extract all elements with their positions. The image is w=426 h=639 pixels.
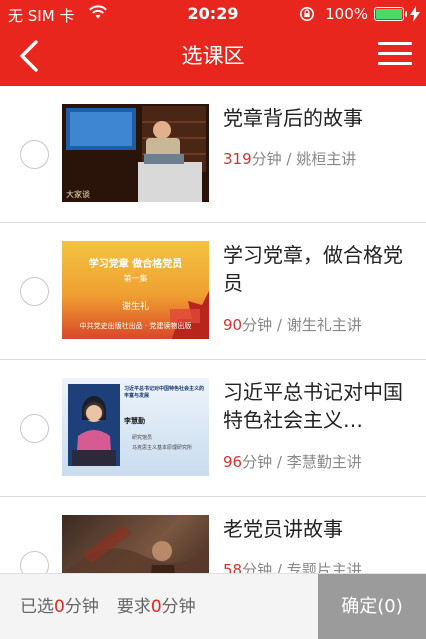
course-meta: 58分钟 / 专题片主讲 <box>223 559 362 573</box>
selected-label: 已选 <box>20 597 54 617</box>
course-meta: 319分钟 / 姚桓主讲 <box>223 148 356 169</box>
course-thumbnail: 大家谈 <box>62 104 209 202</box>
battery-percent: 100% <box>325 5 368 23</box>
course-lecturer: / 谢生礼主讲 <box>272 316 362 334</box>
select-radio[interactable] <box>20 414 49 443</box>
course-thumbnail: 习近平总书记对中国特色社会主义的丰富与发展 李慧勤 研究馆员 马克思主义基本原理… <box>62 378 209 476</box>
course-minutes: 90 <box>223 316 243 334</box>
hamburger-menu-icon[interactable] <box>378 42 412 70</box>
select-radio[interactable] <box>20 551 49 573</box>
minutes-unit: 分钟 <box>242 316 273 334</box>
course-meta: 90分钟 / 谢生礼主讲 <box>223 314 362 335</box>
selection-summary: 已选0分钟 要求0分钟 <box>20 574 196 639</box>
selection-footer: 已选0分钟 要求0分钟 确定(0) <box>0 573 426 639</box>
course-lecturer: / 李慧勤主讲 <box>272 453 362 471</box>
course-minutes: 96 <box>223 453 243 471</box>
status-right: 100% <box>299 4 420 24</box>
minutes-unit: 分钟 <box>251 150 282 168</box>
minutes-unit: 分钟 <box>242 453 273 471</box>
select-radio[interactable] <box>20 277 49 306</box>
minutes-unit: 分钟 <box>242 561 273 573</box>
battery-icon <box>374 7 407 21</box>
course-minutes: 58 <box>223 561 243 573</box>
selected-minutes: 0 <box>54 597 65 617</box>
painting-image <box>64 525 209 573</box>
thumbnail-line2: 第一集 <box>123 274 148 283</box>
status-bar: 无 SIM 卡 20:29 100% <box>0 0 426 28</box>
thumbnail-line1: 学习党章 做合格党员 <box>88 259 183 270</box>
course-item[interactable]: 习近平总书记对中国特色社会主义的丰富与发展 李慧勤 研究馆员 马克思主义基本原理… <box>0 360 426 497</box>
course-meta: 96分钟 / 李慧勤主讲 <box>223 451 362 472</box>
course-list: 大家谈 党章背后的故事 319分钟 / 姚桓主讲 学习党章 做合格党员 第一集 … <box>0 86 426 573</box>
course-lecturer: / 姚桓主讲 <box>281 150 357 168</box>
required-label: 要求 <box>116 597 151 617</box>
course-thumbnail: 学习党章 做合格党员 第一集 谢生礼 中共党史出版社出品 · 党建读物出版 <box>62 241 209 339</box>
course-lecturer: / 专题片主讲 <box>272 561 362 573</box>
thumbnail-speaker-name: 李慧勤 <box>124 417 145 425</box>
thumbnail-header: 习近平总书记对中国特色社会主义的丰富与发展 <box>124 386 205 399</box>
course-item[interactable]: 学习党章 做合格党员 第一集 谢生礼 中共党史出版社出品 · 党建读物出版 学习… <box>0 223 426 360</box>
required-unit: 分钟 <box>161 597 196 617</box>
page-title: 选课区 <box>181 44 245 68</box>
thumbnail-speaker-title: 研究馆员 <box>132 435 153 441</box>
thumbnail-line3: 谢生礼 <box>121 302 149 312</box>
charging-bolt-icon <box>410 6 420 22</box>
course-minutes: 319 <box>223 150 252 168</box>
speaker-photo <box>68 384 120 466</box>
course-title: 习近平总书记对中国特色社会主义… <box>223 380 403 432</box>
required-minutes: 0 <box>150 597 162 617</box>
course-title: 老党员讲故事 <box>223 517 343 541</box>
nav-bar: 选课区 <box>0 28 426 86</box>
course-title: 学习党章，做合格党员 <box>223 243 403 295</box>
lecture-scene-image <box>62 104 209 202</box>
thumbnail-caption: 大家谈 <box>66 190 90 199</box>
course-item[interactable]: 老党员讲故事 58分钟 / 专题片主讲 <box>0 497 426 573</box>
select-radio[interactable] <box>20 140 49 169</box>
course-thumbnail <box>62 515 209 573</box>
header: 无 SIM 卡 20:29 100% 选课区 <box>0 0 426 86</box>
course-title: 党章背后的故事 <box>223 106 363 130</box>
thumbnail-line4: 中共党史出版社出品 · 党建读物出版 <box>79 322 192 330</box>
course-item[interactable]: 大家谈 党章背后的故事 319分钟 / 姚桓主讲 <box>0 86 426 223</box>
confirm-button[interactable]: 确定(0) <box>318 574 426 639</box>
course-selection-screen: 无 SIM 卡 20:29 100% 选课区 大家谈 党章背后的故事 319分钟… <box>0 0 426 639</box>
thumbnail-speaker-org: 马克思主义基本原理研究所 <box>132 445 193 451</box>
selected-unit: 分钟 <box>64 597 99 617</box>
rotation-lock-icon <box>300 7 315 21</box>
speaker-image <box>72 396 116 466</box>
